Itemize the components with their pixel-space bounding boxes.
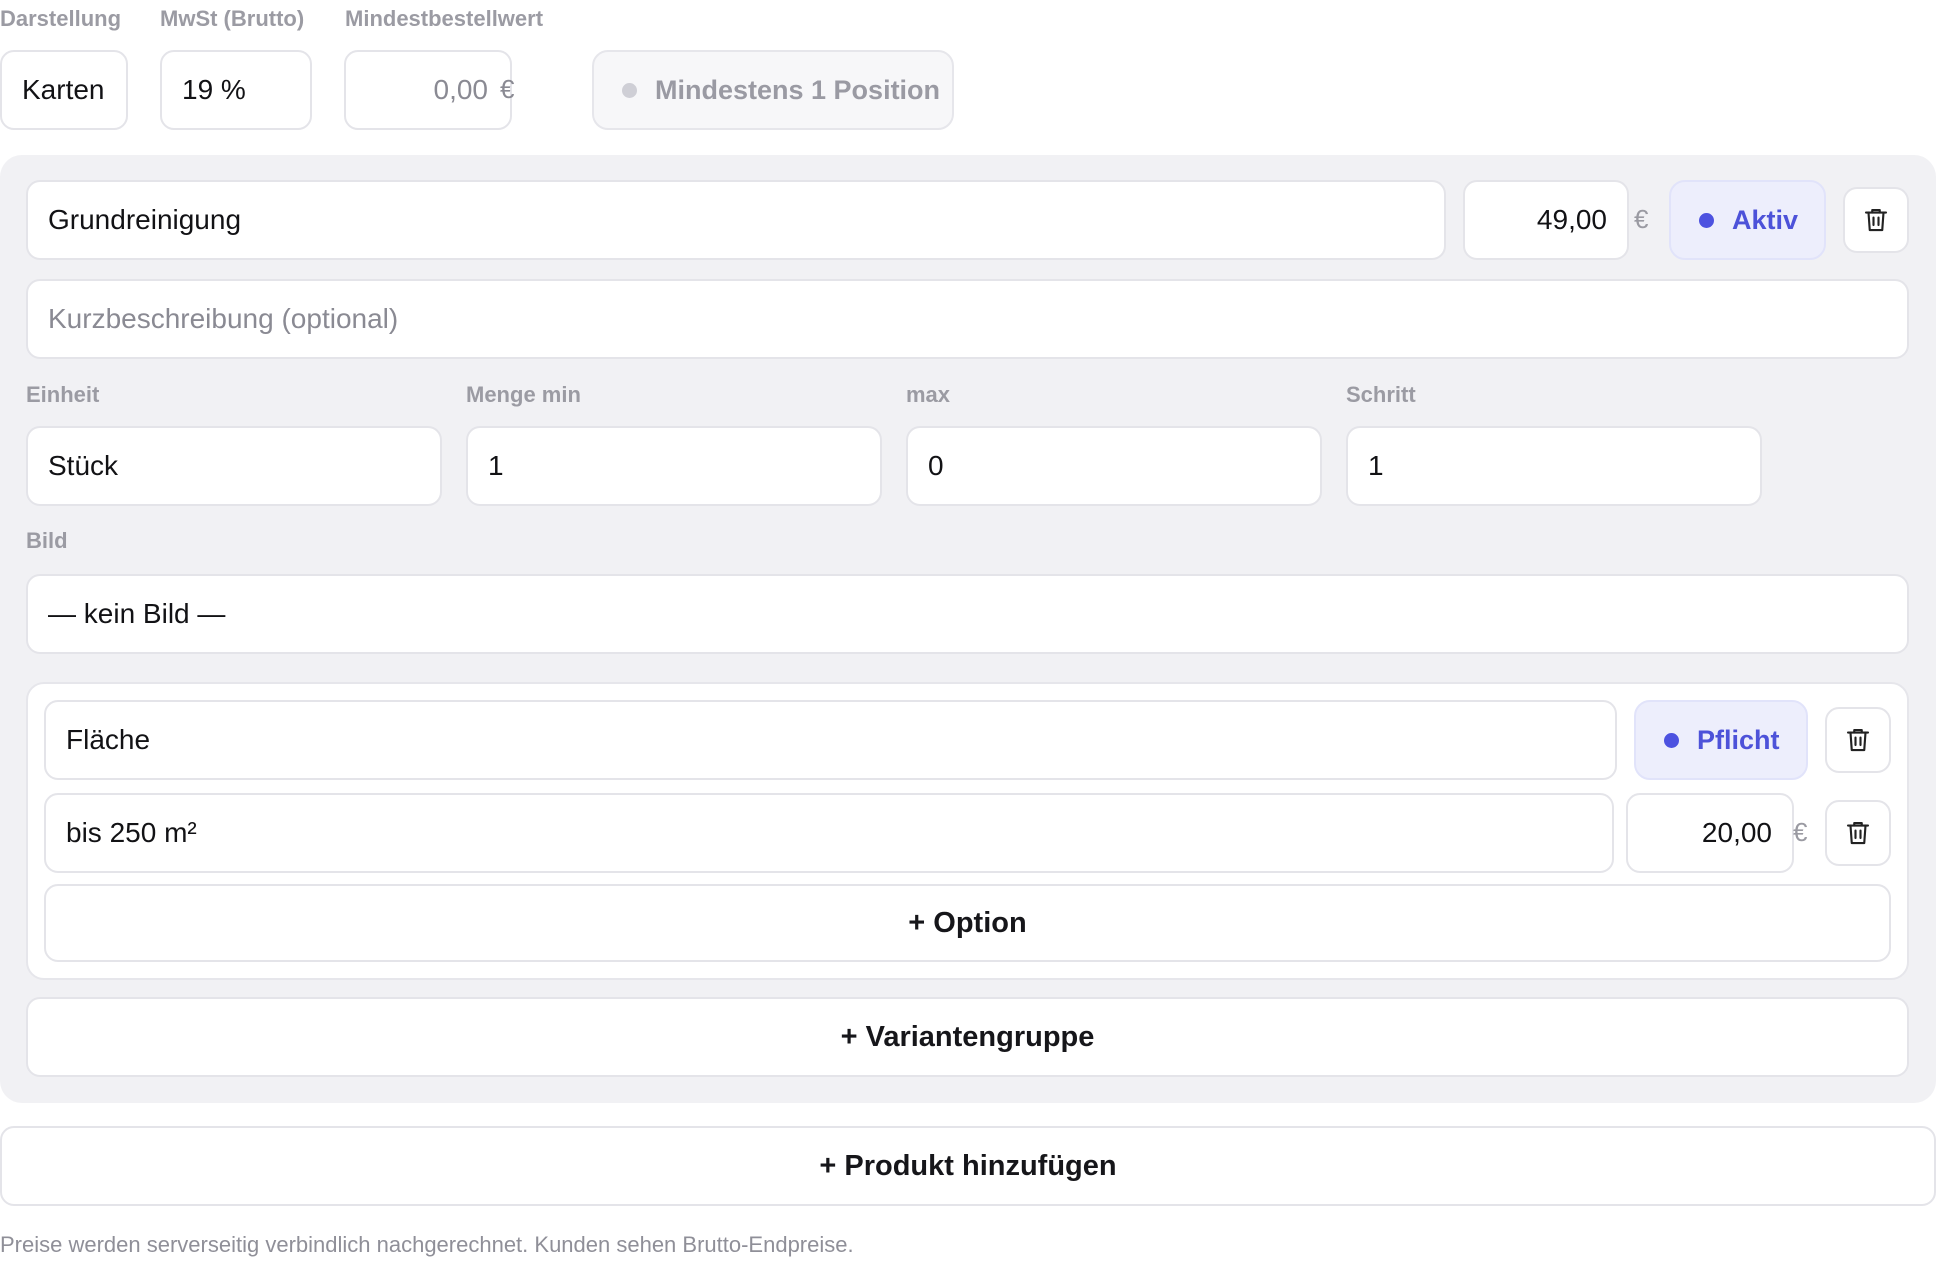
trash-icon xyxy=(1864,208,1888,232)
vat-input-value: 19 % xyxy=(182,74,246,105)
qty-max-label: max xyxy=(906,382,951,407)
step-label: Schritt xyxy=(1346,382,1416,407)
product-status-toggle[interactable]: Aktiv xyxy=(1669,180,1826,260)
option-price-value: 20,00 xyxy=(1701,817,1772,848)
min-position-toggle[interactable]: Mindestens 1 Position xyxy=(592,50,954,130)
option-name-input[interactable]: bis 250 m² xyxy=(44,793,1614,873)
delete-product-button[interactable] xyxy=(1843,187,1909,253)
option-price-currency: € xyxy=(1793,817,1808,847)
qty-min-label: Menge min xyxy=(466,382,581,407)
add-variant-group-label: + Variantengruppe xyxy=(840,1020,1095,1053)
product-status-label: Aktiv xyxy=(1732,204,1799,235)
qty-min-input[interactable]: 1 xyxy=(466,426,882,506)
vat-label: MwSt (Brutto) xyxy=(160,6,305,31)
qty-max-value: 0 xyxy=(928,450,944,481)
unit-value: Stück xyxy=(48,450,119,481)
dot-icon xyxy=(1699,212,1714,228)
variant-group-name-input[interactable]: Fläche xyxy=(44,700,1617,780)
step-input[interactable]: 1 xyxy=(1346,426,1762,506)
image-select[interactable]: — kein Bild — xyxy=(26,574,1909,654)
product-price-input[interactable]: 49,00 xyxy=(1463,180,1629,260)
step-value: 1 xyxy=(1368,450,1384,481)
product-name-input[interactable]: Grundreinigung xyxy=(26,180,1446,260)
product-description-input[interactable]: Kurzbeschreibung (optional) xyxy=(26,279,1909,359)
add-variant-group-button[interactable]: + Variantengruppe xyxy=(26,997,1909,1077)
min-order-input[interactable]: 0,00 xyxy=(344,50,512,130)
image-label: Bild xyxy=(26,528,68,553)
option-price-input[interactable]: 20,00 xyxy=(1626,793,1794,873)
variant-group-required-toggle[interactable]: Pflicht xyxy=(1634,700,1808,780)
footer-note: Preise werden serverseitig verbindlich n… xyxy=(0,1232,854,1257)
image-select-value: — kein Bild — xyxy=(48,598,226,629)
qty-max-input[interactable]: 0 xyxy=(906,426,1322,506)
product-price-currency: € xyxy=(1634,204,1649,234)
dot-icon xyxy=(1664,732,1679,748)
product-description-placeholder: Kurzbeschreibung (optional) xyxy=(48,303,399,334)
unit-input[interactable]: Stück xyxy=(26,426,442,506)
product-name-value: Grundreinigung xyxy=(48,204,242,235)
option-name-value: bis 250 m² xyxy=(66,817,197,848)
min-order-currency: € xyxy=(500,74,515,104)
add-option-label: + Option xyxy=(908,906,1027,939)
dot-icon xyxy=(622,82,637,98)
display-select-value: Karten xyxy=(22,74,105,105)
min-position-toggle-label: Mindestens 1 Position xyxy=(655,74,941,105)
add-option-button[interactable]: + Option xyxy=(44,884,1891,962)
min-order-label: Mindestbestellwert xyxy=(345,6,544,31)
variant-group-required-label: Pflicht xyxy=(1697,724,1780,755)
min-order-value: 0,00 xyxy=(433,74,489,105)
trash-icon xyxy=(1846,728,1870,752)
trash-icon xyxy=(1846,821,1870,845)
add-product-button[interactable]: + Produkt hinzufügen xyxy=(0,1126,1936,1206)
qty-min-value: 1 xyxy=(488,450,504,481)
delete-variant-group-button[interactable] xyxy=(1825,707,1891,773)
delete-option-button[interactable] xyxy=(1825,800,1891,866)
product-price-value: 49,00 xyxy=(1536,204,1607,235)
unit-label: Einheit xyxy=(26,382,100,407)
variant-group-name-value: Fläche xyxy=(66,724,151,755)
vat-input[interactable]: 19 % xyxy=(160,50,312,130)
add-product-label: + Produkt hinzufügen xyxy=(819,1149,1117,1182)
display-label: Darstellung xyxy=(0,6,122,31)
display-select[interactable]: Karten xyxy=(0,50,128,130)
